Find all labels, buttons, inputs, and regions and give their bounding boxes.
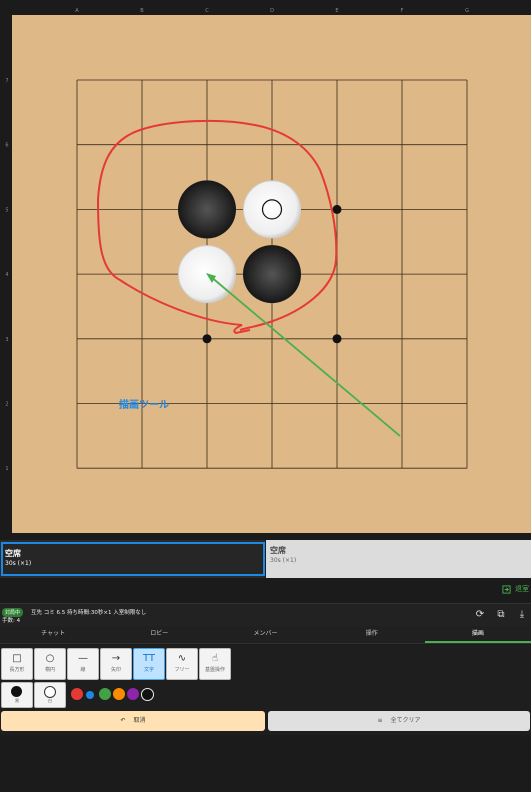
line-icon: — [78, 653, 88, 664]
star-point [202, 334, 212, 344]
game-settings-text: 互先 コミ 6.5 持ち時間:30秒×1 入室制限なし [31, 610, 147, 616]
arrow-icon: → [111, 653, 121, 664]
column-label-B: B [140, 8, 144, 14]
player-black-name: 空席 [5, 549, 21, 558]
text-tool-label: 文字 [143, 667, 154, 673]
white-stone [243, 180, 301, 239]
white-stone-label: 白 [48, 698, 52, 703]
column-label-E: E [335, 8, 338, 14]
board-operation-tool-button[interactable]: ☝ 基盤操作 [199, 648, 231, 680]
black-stone-icon [11, 686, 22, 697]
player-white-name: 空席 [270, 546, 286, 555]
action-bar: 退室 [0, 580, 531, 602]
hand-pointer-icon: ☝ [211, 653, 219, 664]
row-label-7: 7 [5, 78, 8, 84]
tab-members[interactable]: メンバー [212, 626, 318, 643]
player-black-time: 30s (×1) [5, 560, 32, 567]
black-stone [178, 180, 236, 239]
tab-drawing[interactable]: 描画 [424, 626, 531, 643]
clear-label: 全てクリア [390, 717, 421, 724]
download-icon[interactable]: ⤓ [516, 609, 528, 621]
white-stone-icon [44, 686, 56, 698]
row-label-3: 3 [5, 337, 8, 343]
leave-label: 退室 [515, 585, 529, 593]
row-label-1: 1 [5, 466, 8, 472]
row-label-2: 2 [5, 402, 8, 408]
text-tool-button[interactable]: TT 文字 [133, 648, 165, 680]
color-swatch-blue[interactable] [86, 691, 94, 699]
tab-operations[interactable]: 操作 [319, 626, 425, 643]
clear-all-button[interactable]: ≡ 全てクリア [268, 711, 530, 731]
star-point [332, 204, 342, 214]
refresh-icon[interactable]: ⟳ [474, 609, 486, 621]
row-label-4: 4 [5, 272, 8, 278]
leave-button[interactable]: 退室 [502, 584, 529, 594]
arrow-tool-label: 矢印 [110, 667, 121, 673]
freehand-tool-label: フリー [174, 667, 190, 673]
board-operation-tool-label: 基盤操作 [204, 667, 225, 673]
white-stone-picker[interactable]: 白 [34, 682, 66, 708]
row-label-5: 5 [5, 207, 8, 213]
tab-chat[interactable]: チャット [0, 626, 106, 643]
copy-icon[interactable]: ⧉ [495, 609, 507, 621]
color-swatch-green[interactable] [99, 688, 111, 700]
column-label-F: F [401, 8, 404, 14]
freehand-icon: ∿ [177, 653, 187, 664]
column-label-D: D [270, 8, 274, 14]
column-label-A: A [75, 8, 79, 14]
exit-icon [502, 584, 511, 594]
star-point [332, 334, 342, 344]
game-info-bar: 対局中 互先 コミ 6.5 持ち時間:30秒×1 入室制限なし 手数: 4 ⟳ … [0, 603, 531, 626]
tab-bar: チャット ロビー メンバー 操作 描画 [0, 626, 531, 644]
color-swatch-purple[interactable] [127, 688, 139, 700]
undo-icon: ↶ [120, 717, 126, 724]
rectangle-icon: □ [12, 653, 22, 664]
freehand-tool-button[interactable]: ∿ フリー [166, 648, 198, 680]
color-swatch-orange[interactable] [113, 688, 125, 700]
clear-icon: ≡ [377, 717, 383, 724]
go-board[interactable]: A B C D E F G 7 6 5 4 3 2 1 描画ツール [0, 0, 531, 538]
ellipse-icon: ○ [45, 653, 55, 664]
tab-lobby[interactable]: ロビー [106, 626, 212, 643]
rectangle-tool-label: 長方形 [9, 667, 25, 673]
black-stone-label: 黒 [15, 698, 19, 703]
rectangle-tool-button[interactable]: □ 長方形 [1, 648, 33, 680]
text-icon: TT [142, 653, 156, 664]
cancel-button[interactable]: ↶ 取消 [1, 711, 265, 731]
color-swatch-black[interactable] [141, 688, 154, 701]
black-stone-picker[interactable]: 黒 [1, 682, 33, 708]
arrow-tool-button[interactable]: → 矢印 [100, 648, 132, 680]
player-black-highlight: 空席 30s (×1) [1, 542, 265, 576]
line-tool-button[interactable]: — 線 [67, 648, 99, 680]
player-white-panel[interactable]: 空席 30s (×1) [266, 540, 531, 578]
player-white-time: 30s (×1) [270, 557, 297, 564]
color-swatch-red[interactable] [71, 688, 83, 700]
column-label-G: G [465, 8, 469, 14]
row-label-6: 6 [5, 143, 8, 149]
column-label-C: C [205, 8, 209, 14]
ellipse-tool-label: 楕円 [44, 667, 55, 673]
ellipse-tool-button[interactable]: ○ 楕円 [34, 648, 66, 680]
board-area[interactable]: A B C D E F G 7 6 5 4 3 2 1 描画ツール [0, 0, 531, 538]
text-annotation: 描画ツール [119, 398, 169, 411]
cancel-label: 取消 [133, 717, 146, 724]
black-stone [243, 245, 301, 304]
line-tool-label: 線 [80, 667, 86, 673]
move-count: 手数: 4 [2, 618, 21, 624]
player-black-panel[interactable]: 空席 30s (×1) [0, 540, 265, 578]
